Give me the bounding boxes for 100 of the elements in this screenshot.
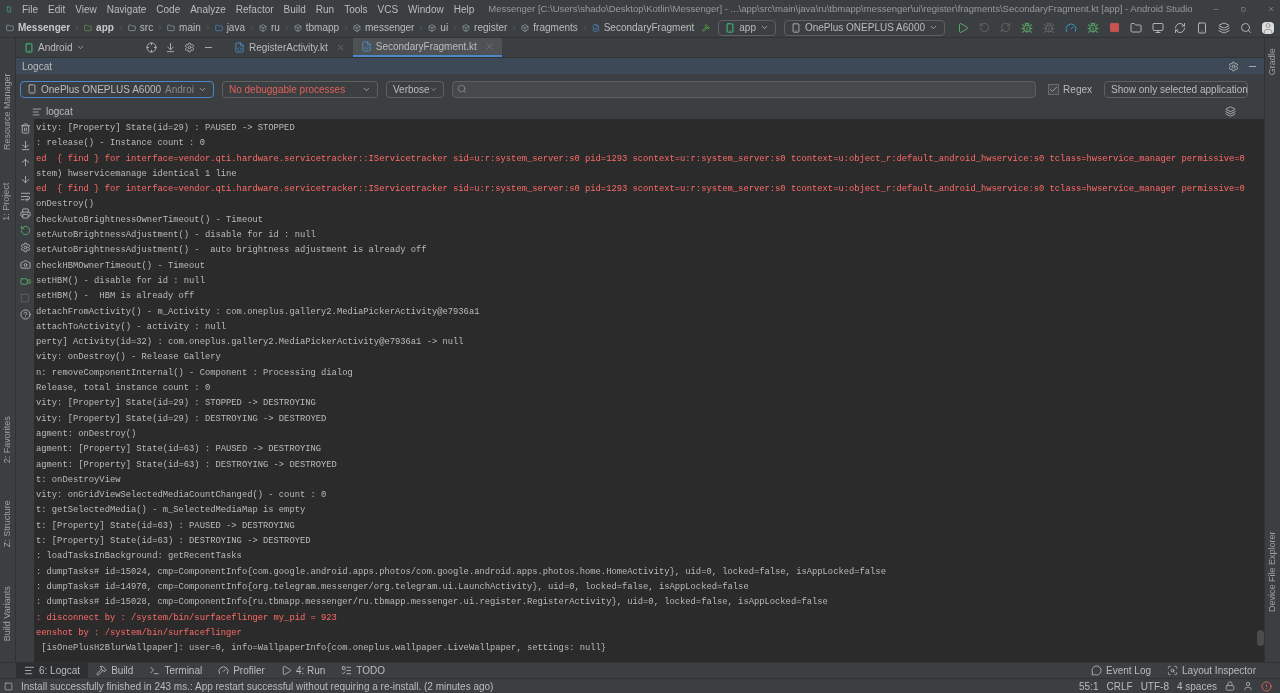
breadcrumb-item[interactable]: main <box>179 20 201 35</box>
menu-item[interactable]: Navigate <box>106 1 147 17</box>
tool-window-tab[interactable]: Build Variants <box>0 586 15 642</box>
settings-icon[interactable] <box>184 42 195 53</box>
stop-icon[interactable] <box>1109 22 1121 33</box>
avatar-icon[interactable] <box>1262 21 1275 34</box>
tool-tab[interactable]: Terminal <box>141 663 211 678</box>
window-title: Messenger [C:\Users\shado\Desktop\Kotlin\Messenger] - ...\app\src\main\java\ru\tbmapp\messenger\ui\register\fragments\SecondaryFragment.kt [app] - Android Studio <box>488 3 1193 15</box>
tool-tab[interactable]: Build <box>88 663 142 678</box>
trash-icon[interactable] <box>19 123 31 134</box>
log-line: vity: [Property] State(id=29) : STOPPED -> DESTROYING <box>35 397 317 411</box>
breadcrumb-item[interactable]: tbmapp <box>305 20 340 35</box>
log-line: : dumpTasks# id=15024, cmp=ComponentInfo{com.google.android.apps.photos/com.google.android.apps.photos.home.HomeActivity}, uid=0, locked=false, isAppLocked=false <box>35 565 887 579</box>
tool-window-tab[interactable]: Resource Manager <box>0 73 15 151</box>
locate-icon[interactable] <box>146 42 157 53</box>
scrollbar-thumb[interactable] <box>1257 630 1264 646</box>
device-dropdown[interactable]: OnePlus ONEPLUS A6000 <box>783 19 946 36</box>
breadcrumb-item[interactable]: src <box>139 20 154 35</box>
process-selector[interactable]: No debuggable processes <box>222 80 378 98</box>
menu-item[interactable]: VCS <box>377 1 399 17</box>
menu-item[interactable]: Window <box>408 1 444 17</box>
menu-item[interactable]: Help <box>453 1 475 17</box>
menu-item[interactable]: View <box>75 1 97 17</box>
device-selector[interactable]: OnePlus ONEPLUS A6000 Androi <box>20 80 214 98</box>
caret-icon <box>76 43 86 52</box>
tool-window-tab[interactable]: Z: Structure <box>0 500 15 548</box>
breadcrumb-item[interactable]: SecondaryFragment <box>603 20 695 35</box>
breadcrumb-item[interactable]: messenger <box>365 20 415 35</box>
arrow-down-icon[interactable] <box>19 174 31 185</box>
menu-item[interactable]: File <box>21 1 39 17</box>
log-level-selector[interactable]: Verbose <box>386 80 444 98</box>
regex-checkbox[interactable] <box>1048 83 1060 95</box>
breadcrumb-item[interactable]: fragments <box>533 20 578 35</box>
collapse-icon[interactable] <box>165 42 176 53</box>
hammer-icon[interactable] <box>702 21 711 34</box>
profile-icon[interactable] <box>1065 21 1078 34</box>
menu-item[interactable]: Analyze <box>190 1 226 17</box>
layout-icon[interactable] <box>1225 106 1236 117</box>
sync-icon[interactable] <box>1174 21 1187 34</box>
arrow-up-icon[interactable] <box>19 157 31 168</box>
print-icon[interactable] <box>19 208 31 219</box>
run-config-dropdown[interactable]: app <box>718 19 776 36</box>
menu-item[interactable]: Tools <box>344 1 368 17</box>
breadcrumb-item[interactable]: java <box>226 20 245 35</box>
tool-tab[interactable]: 4: Run <box>272 663 334 678</box>
help-icon[interactable] <box>19 309 31 320</box>
settings-icon[interactable] <box>1228 60 1239 72</box>
tool-window-tab[interactable]: 1: Project <box>0 183 15 221</box>
close-icon[interactable] <box>335 43 345 52</box>
breadcrumb-item[interactable]: ru <box>270 20 280 35</box>
package-icon <box>521 21 530 34</box>
breadcrumb-item[interactable]: Messenger <box>17 20 71 35</box>
menu-item[interactable]: Run <box>315 1 335 17</box>
menu-item[interactable]: Code <box>156 1 181 17</box>
lock-icon[interactable] <box>1225 681 1235 691</box>
run-icon[interactable] <box>957 21 970 34</box>
camera-icon[interactable] <box>19 259 31 270</box>
scroll-to-end-icon[interactable] <box>19 140 31 151</box>
debug-icon[interactable] <box>1021 21 1034 34</box>
project-view-dropdown[interactable]: Android <box>16 40 146 55</box>
editor-tab[interactable]: RegisterActivity.kt <box>226 38 353 57</box>
search-field[interactable] <box>452 80 1037 98</box>
project-structure-icon[interactable] <box>1130 21 1143 34</box>
debugger-icon[interactable] <box>1087 21 1100 34</box>
tool-tab[interactable]: 6: Logcat <box>16 663 89 678</box>
sdk-manager-icon[interactable] <box>1218 21 1231 34</box>
avd-manager-icon[interactable] <box>1152 21 1165 34</box>
settings-icon[interactable] <box>19 242 31 253</box>
tool-tab[interactable]: TODO <box>333 663 394 678</box>
kotlin-file-icon <box>591 21 600 34</box>
breadcrumb-item[interactable]: register <box>474 20 508 35</box>
status-item[interactable]: 4 spaces <box>1176 678 1217 693</box>
menu-item[interactable]: Refactor <box>235 1 274 17</box>
search-icon[interactable] <box>1240 21 1253 34</box>
breadcrumb-item[interactable]: ui <box>440 20 449 35</box>
status-item[interactable]: UTF-8 <box>1140 678 1169 693</box>
tool-tab[interactable]: Event Log <box>1083 663 1160 678</box>
play-icon <box>280 665 292 676</box>
maximize-icon[interactable] <box>1240 4 1246 14</box>
tool-tab[interactable]: Layout Inspector <box>1159 663 1264 678</box>
menu-item[interactable]: Edit <box>48 1 66 17</box>
log-line: ed { find } for interface=vendor.qti.hardware.servicetracker::IServicetracker sid=u:r:system_server:s0 pid=1293 scontext=u:r:system_server:s0 tcontext=u:object_r:default_android_hwservice:s0 tclass=hwservice_manager permissive=0 <box>35 183 1246 197</box>
error-icon[interactable] <box>1261 680 1272 692</box>
screen-record-icon[interactable] <box>19 276 31 287</box>
tool-window-tab[interactable]: 2: Favorites <box>0 416 15 464</box>
editor-tab[interactable]: SecondaryFragment.kt <box>352 38 502 57</box>
tool-tab[interactable]: Profiler <box>210 663 273 678</box>
filter-dropdown[interactable]: Show only selected application <box>1104 80 1248 98</box>
restart-icon[interactable] <box>19 225 31 236</box>
soft-wrap-icon[interactable] <box>19 191 31 202</box>
android-icon <box>725 22 736 33</box>
tool-window-tab[interactable]: Device File Explorer <box>1265 531 1280 613</box>
status-item[interactable]: CRLF <box>1106 678 1133 693</box>
breadcrumb-item[interactable]: app <box>96 20 114 35</box>
status-item[interactable]: 55:1 <box>1079 678 1099 693</box>
tool-window-tab[interactable]: Gradle <box>1265 48 1280 76</box>
speech-bubble-icon <box>1091 665 1102 676</box>
hammer-icon <box>96 665 108 676</box>
menu-item[interactable]: Build <box>283 1 306 17</box>
device-manager-icon[interactable] <box>1196 21 1209 34</box>
